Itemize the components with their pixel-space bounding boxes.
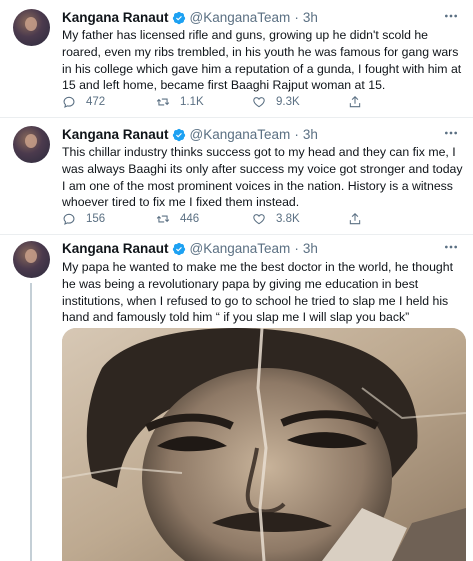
reply-icon (63, 96, 75, 108)
avatar[interactable] (13, 241, 50, 278)
tweet-header: Kangana Ranaut @KanganaTeam · 3h (62, 127, 318, 142)
separator-dot: · (294, 127, 299, 142)
like-icon (253, 97, 265, 108)
tweet-header: Kangana Ranaut @KanganaTeam · 3h (62, 10, 318, 25)
timestamp[interactable]: 3h (303, 241, 318, 256)
more-icon[interactable] (443, 8, 459, 27)
retweet-count: 446 (180, 213, 200, 225)
like-count: 9.3K (276, 96, 300, 108)
separator-dot: · (294, 241, 299, 256)
reply-button[interactable]: 472 (62, 95, 105, 109)
verified-badge-icon (172, 242, 185, 255)
verified-badge-icon (172, 11, 185, 24)
retweet-icon (156, 98, 170, 106)
tweet[interactable]: Kangana Ranaut @KanganaTeam · 3h This ch… (0, 118, 473, 235)
avatar[interactable] (13, 126, 50, 163)
thread-line (30, 283, 32, 561)
reply-button[interactable]: 156 (62, 212, 105, 226)
reply-icon (63, 213, 75, 225)
tweet-actions: 156 446 3.8K (62, 210, 402, 228)
share-icon (349, 96, 361, 108)
tweet-text: My father has licensed rifle and guns, g… (62, 28, 462, 93)
tweet[interactable]: Kangana Ranaut @KanganaTeam · 3h My fath… (0, 0, 473, 118)
author-name[interactable]: Kangana Ranaut (62, 241, 169, 256)
author-name[interactable]: Kangana Ranaut (62, 127, 169, 142)
timestamp[interactable]: 3h (303, 10, 318, 25)
like-button[interactable]: 9.3K (252, 95, 300, 109)
share-icon (349, 213, 361, 225)
reply-count: 156 (86, 213, 106, 225)
retweet-icon (156, 215, 170, 223)
share-button[interactable] (348, 95, 372, 109)
tweet-photo[interactable] (62, 328, 466, 561)
tweet-text: My papa he wanted to make me the best do… (62, 260, 454, 325)
retweet-count: 1.1K (180, 96, 204, 108)
verified-badge-icon (172, 128, 185, 141)
tweet-actions: 472 1.1K 9.3K (62, 93, 402, 111)
timestamp[interactable]: 3h (303, 127, 318, 142)
like-button[interactable]: 3.8K (252, 212, 300, 226)
retweet-button[interactable]: 1.1K (156, 95, 204, 109)
reply-count: 472 (86, 96, 106, 108)
share-button[interactable] (348, 212, 372, 226)
more-icon[interactable] (443, 125, 459, 144)
like-count: 3.8K (276, 213, 300, 225)
like-icon (253, 214, 265, 225)
retweet-button[interactable]: 446 (156, 212, 199, 226)
more-icon[interactable] (443, 239, 459, 258)
author-handle[interactable]: @KanganaTeam (190, 127, 291, 142)
tweet-text: This chillar industry thinks success got… (62, 145, 463, 210)
separator-dot: · (294, 10, 299, 25)
avatar[interactable] (13, 9, 50, 46)
tweet-header: Kangana Ranaut @KanganaTeam · 3h (62, 241, 318, 256)
author-handle[interactable]: @KanganaTeam (190, 241, 291, 256)
portrait-image (62, 328, 466, 561)
author-handle[interactable]: @KanganaTeam (190, 10, 291, 25)
author-name[interactable]: Kangana Ranaut (62, 10, 169, 25)
